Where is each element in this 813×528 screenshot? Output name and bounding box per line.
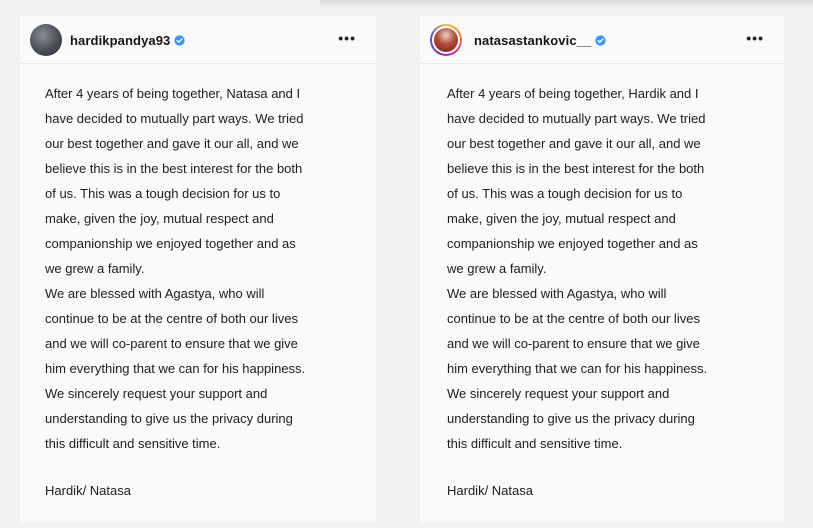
post-header: hardikpandya93 ••• xyxy=(20,16,376,64)
caption-line: After 4 years of being together, Hardik … xyxy=(447,86,699,101)
caption-line: companionship we enjoyed together and as xyxy=(447,236,698,251)
avatar-inner-ring xyxy=(432,26,460,54)
caption-line: of us. This was a tough decision for us … xyxy=(447,186,683,201)
post-caption: After 4 years of being together, Hardik … xyxy=(447,81,776,456)
caption-line: this difficult and sensitive time. xyxy=(447,436,623,451)
more-options-icon[interactable]: ••• xyxy=(338,31,356,45)
caption-line: make, given the joy, mutual respect and xyxy=(45,211,274,226)
instagram-post-hardik: hardikpandya93 ••• After 4 years of bein… xyxy=(20,16,376,522)
caption-line: believe this is in the best interest for… xyxy=(45,161,303,176)
post-caption: After 4 years of being together, Natasa … xyxy=(45,81,368,456)
screenshot-stage: hardikpandya93 ••• After 4 years of bein… xyxy=(0,0,813,528)
more-options-icon[interactable]: ••• xyxy=(746,31,764,45)
top-edge-fade xyxy=(320,0,813,8)
caption-line: We are blessed with Agastya, who will xyxy=(45,286,265,301)
caption-line: understanding to give us the privacy dur… xyxy=(447,411,695,426)
caption-line: and we will co-parent to ensure that we … xyxy=(447,336,700,351)
post-signature: Hardik/ Natasa xyxy=(45,483,131,498)
caption-line: believe this is in the best interest for… xyxy=(447,161,705,176)
caption-line: of us. This was a tough decision for us … xyxy=(45,186,281,201)
caption-line: We sincerely request your support and xyxy=(447,386,670,401)
caption-line: and we will co-parent to ensure that we … xyxy=(45,336,298,351)
username-text: hardikpandya93 xyxy=(70,33,171,48)
post-header: natasastankovic__ ••• xyxy=(420,16,784,64)
instagram-post-natasa: natasastankovic__ ••• After 4 years of b… xyxy=(420,16,784,522)
caption-line: have decided to mutually part ways. We t… xyxy=(447,111,706,126)
caption-line: him everything that we can for his happi… xyxy=(45,361,306,376)
username-link[interactable]: hardikpandya93 xyxy=(70,33,186,48)
verified-badge-icon xyxy=(174,35,186,46)
caption-line: we grew a family. xyxy=(447,261,547,276)
profile-avatar-story-ring[interactable] xyxy=(430,24,462,56)
caption-line: We sincerely request your support and xyxy=(45,386,268,401)
verified-badge-icon xyxy=(595,35,606,46)
caption-line: We are blessed with Agastya, who will xyxy=(447,286,667,301)
caption-line: have decided to mutually part ways. We t… xyxy=(45,111,304,126)
caption-line: our best together and gave it our all, a… xyxy=(447,136,701,151)
caption-line: him everything that we can for his happi… xyxy=(447,361,708,376)
caption-line: continue to be at the centre of both our… xyxy=(45,311,298,326)
caption-line: our best together and gave it our all, a… xyxy=(45,136,299,151)
caption-line: make, given the joy, mutual respect and xyxy=(447,211,676,226)
username-text: natasastankovic__ xyxy=(474,33,592,48)
caption-line: this difficult and sensitive time. xyxy=(45,436,221,451)
caption-line: understanding to give us the privacy dur… xyxy=(45,411,293,426)
caption-line: companionship we enjoyed together and as xyxy=(45,236,296,251)
post-signature: Hardik/ Natasa xyxy=(447,483,533,498)
profile-photo xyxy=(434,28,458,52)
username-link[interactable]: natasastankovic__ xyxy=(474,33,606,48)
caption-line: After 4 years of being together, Natasa … xyxy=(45,86,301,101)
caption-line: continue to be at the centre of both our… xyxy=(447,311,700,326)
profile-avatar[interactable] xyxy=(30,24,62,56)
caption-line: we grew a family. xyxy=(45,261,145,276)
